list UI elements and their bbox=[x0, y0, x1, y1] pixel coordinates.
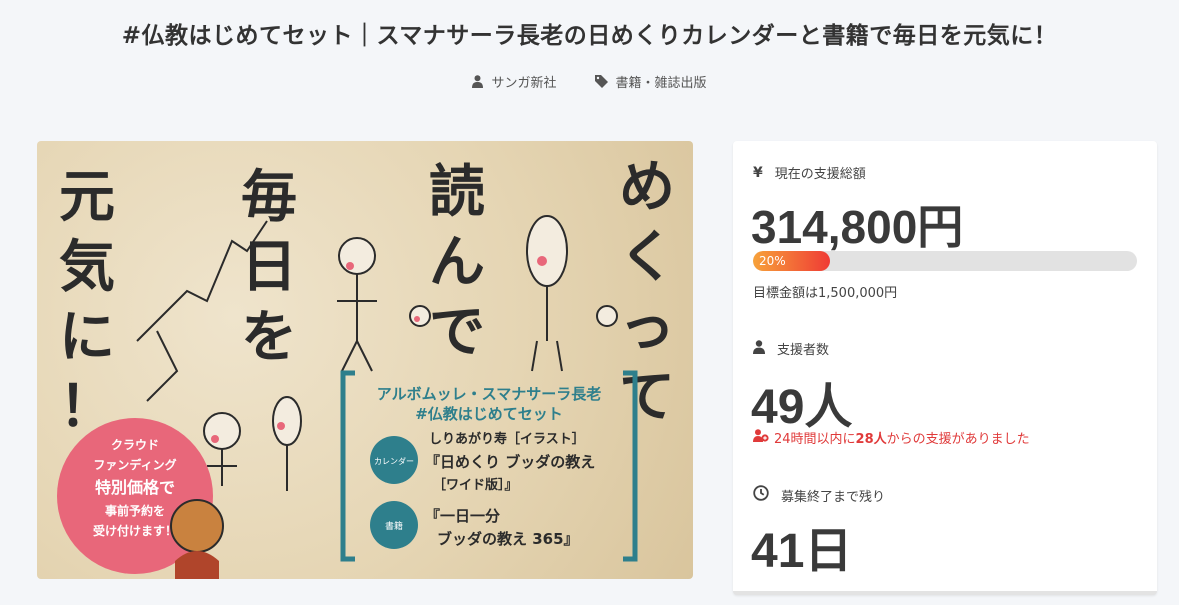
item2-line2: ブッダの教え 365』 bbox=[437, 530, 579, 548]
svg-text:日: 日 bbox=[241, 235, 297, 300]
item2-line1: 『一日一分 bbox=[425, 507, 500, 525]
badge-calendar: カレンダー bbox=[374, 456, 414, 466]
item1-line3: ［ワイド版］』 bbox=[433, 477, 518, 493]
remaining-label: 募集終了まで残り bbox=[781, 489, 886, 505]
supporters-count: 49人 bbox=[751, 381, 853, 434]
headline-column-2: 毎 日 を bbox=[241, 165, 297, 370]
svg-text:を: を bbox=[241, 305, 297, 370]
svg-text:ん: ん bbox=[429, 230, 485, 295]
user-icon bbox=[753, 339, 765, 358]
project-meta: サンガ新社 書籍・雑誌出版 bbox=[0, 72, 1179, 91]
project-hero-image[interactable]: 元 気 に ！ 毎 日 を 読 ん で め く っ て アルボムッレ・スマナサー… bbox=[37, 141, 693, 579]
svg-text:ファンディング: ファンディング bbox=[93, 457, 176, 472]
svg-text:受け付けます！: 受け付けます！ bbox=[93, 523, 177, 538]
recent-suffix: からの支援がありました bbox=[886, 432, 1030, 447]
badge-book: 書籍 bbox=[385, 520, 403, 532]
clock-icon bbox=[753, 485, 769, 505]
page-title: #仏教はじめてセット｜スマナサーラ長老の日めくりカレンダーと書籍で毎日を元気に！ bbox=[121, 23, 1058, 49]
supporters-label: 支援者数 bbox=[777, 343, 830, 358]
yen-icon: ¥ bbox=[753, 164, 763, 181]
owner-name: サンガ新社 bbox=[491, 76, 557, 91]
funding-panel: ¥ 現在の支援総額 314,800円 20% 目標金額は1,500,000円 支… bbox=[733, 141, 1157, 595]
product-box: アルボムッレ・スマナサーラ長老 #仏教はじめてセット カレンダー しりあがり寿［… bbox=[340, 370, 638, 562]
category-name: 書籍・雑誌出版 bbox=[615, 76, 707, 91]
svg-text:事前予約を: 事前予約を bbox=[105, 503, 165, 518]
box-title-author: アルボムッレ・スマナサーラ長老 bbox=[377, 385, 601, 403]
box-title-set: #仏教はじめてセット bbox=[415, 405, 563, 423]
monk-illustration bbox=[170, 499, 224, 579]
svg-text:特別価格で: 特別価格で bbox=[95, 478, 175, 497]
remaining-label-row: 募集終了まで残り bbox=[753, 485, 885, 505]
recent-prefix: 24時間以内に bbox=[774, 432, 856, 447]
headline-column-1: 元 気 に ！ bbox=[59, 165, 115, 440]
owner-link[interactable]: サンガ新社 bbox=[472, 72, 557, 91]
svg-text:クラウド: クラウド bbox=[111, 438, 159, 452]
user-icon bbox=[472, 75, 484, 88]
svg-text:く: く bbox=[619, 225, 675, 290]
tag-icon bbox=[594, 75, 608, 88]
total-label: 現在の支援総額 bbox=[774, 167, 866, 182]
headline-column-3: 読 ん で bbox=[429, 160, 485, 365]
total-amount: 314,800円 bbox=[751, 201, 964, 253]
svg-text:に: に bbox=[59, 305, 115, 370]
supporters-label-row: 支援者数 bbox=[753, 339, 829, 358]
item1-line1: しりあがり寿［イラスト］ bbox=[429, 431, 585, 447]
funding-progress-fill: 20% bbox=[753, 251, 830, 271]
svg-text:元: 元 bbox=[59, 165, 115, 230]
svg-text:っ: っ bbox=[619, 295, 675, 360]
funding-progress-bar: 20% bbox=[753, 251, 1137, 271]
remaining-days: 41日 bbox=[751, 525, 853, 578]
svg-text:読: 読 bbox=[429, 160, 485, 225]
svg-text:毎: 毎 bbox=[241, 165, 297, 230]
total-label-row: ¥ 現在の支援総額 bbox=[753, 163, 866, 183]
headline-column-4: め く っ て bbox=[619, 155, 675, 430]
category-link[interactable]: 書籍・雑誌出版 bbox=[594, 72, 707, 91]
item1-line2: 『日めくり ブッダの教え bbox=[425, 453, 595, 471]
svg-text:で: で bbox=[429, 300, 485, 365]
goal-amount: 目標金額は1,500,000円 bbox=[753, 286, 898, 301]
svg-text:め: め bbox=[619, 155, 675, 220]
recent-count: 28人 bbox=[855, 432, 887, 447]
svg-text:気: 気 bbox=[59, 235, 115, 300]
user-plus-icon bbox=[753, 429, 769, 446]
recent-supporters: 24時間以内に28人からの支援がありました bbox=[753, 428, 1030, 447]
